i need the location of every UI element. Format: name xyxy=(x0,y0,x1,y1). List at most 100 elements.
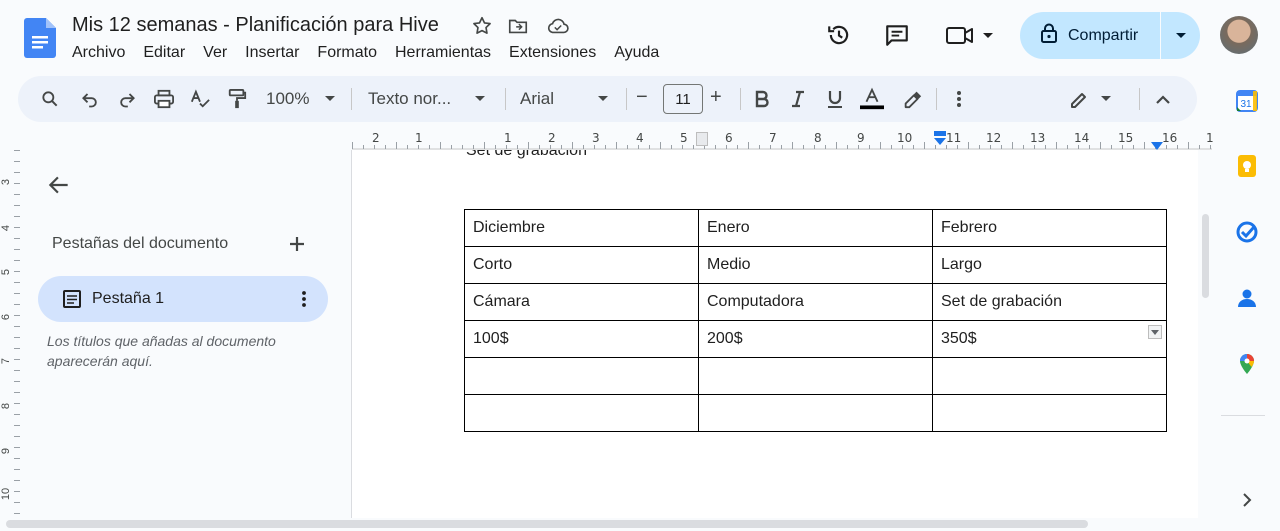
paragraph-style-select[interactable]: Texto nor... xyxy=(368,89,451,109)
star-icon[interactable] xyxy=(471,15,493,37)
table-row: Corto Medio Largo xyxy=(464,246,1167,284)
account-avatar[interactable] xyxy=(1220,16,1258,54)
table-row: Diciembre Enero Febrero xyxy=(464,209,1167,247)
partial-text-line[interactable]: Set de grabación xyxy=(466,150,587,160)
tabs-panel-hint: Los títulos que añadas al documento apar… xyxy=(47,333,276,369)
table-cell[interactable]: Enero xyxy=(698,209,933,247)
left-indent-marker-icon[interactable] xyxy=(934,131,946,147)
table-cell[interactable]: 200$ xyxy=(698,320,933,358)
font-caret-icon[interactable] xyxy=(591,87,615,111)
undo-icon[interactable] xyxy=(78,87,102,111)
right-indent-marker-icon[interactable] xyxy=(1151,138,1163,150)
search-icon[interactable] xyxy=(38,87,62,111)
move-folder-icon[interactable] xyxy=(507,15,529,37)
column-marker-handle[interactable] xyxy=(696,132,708,146)
vertical-scrollbar[interactable] xyxy=(1198,150,1212,520)
table-cell[interactable]: Computadora xyxy=(698,283,933,321)
vertical-scroll-thumb[interactable] xyxy=(1202,214,1209,298)
zoom-caret-icon[interactable] xyxy=(318,87,342,111)
cloud-saved-icon[interactable] xyxy=(546,15,569,37)
tasks-icon[interactable] xyxy=(1235,220,1259,244)
ruler-number: 1 xyxy=(504,131,512,145)
ruler-number: 2 xyxy=(548,131,556,145)
font-size-input[interactable]: 11 xyxy=(663,84,703,114)
horizontal-ruler[interactable]: 2 1 1 2 3 4 5 6 7 8 9 10 11 12 13 14 15 … xyxy=(352,128,1214,150)
table-cell[interactable] xyxy=(464,357,699,395)
document-canvas[interactable]: Set de grabación Diciembre Enero Febrero Co… xyxy=(352,150,1198,518)
cell-dropdown-icon[interactable] xyxy=(1148,325,1162,339)
tab-more-options-icon[interactable] xyxy=(294,289,314,309)
keep-icon[interactable] xyxy=(1235,154,1259,178)
tabs-panel-title: Pestañas del documento xyxy=(52,235,229,252)
app-header: Mis 12 semanas - Planificación para Hive… xyxy=(0,0,1280,74)
table-cell[interactable]: Corto xyxy=(464,246,699,284)
bold-icon[interactable] xyxy=(750,87,774,111)
document-table[interactable]: Diciembre Enero Febrero Corto Medio Largo Cáma… xyxy=(464,209,1167,432)
table-cell[interactable] xyxy=(932,357,1167,395)
paint-format-icon[interactable] xyxy=(225,87,249,111)
document-page[interactable]: Set de grabación Diciembre Enero Febrero Co… xyxy=(352,150,1198,518)
share-button[interactable]: Compartir xyxy=(1020,12,1200,59)
maps-icon[interactable] xyxy=(1235,352,1259,376)
spellcheck-icon[interactable] xyxy=(188,87,212,111)
vertical-ruler[interactable]: 3 4 5 6 7 8 9 10 xyxy=(0,150,20,520)
chevron-right-icon[interactable] xyxy=(1235,488,1259,512)
ruler-number: 16 xyxy=(1162,131,1178,145)
menu-insertar[interactable]: Insertar xyxy=(236,42,308,64)
redo-icon[interactable] xyxy=(115,87,139,111)
table-cell[interactable]: 100$ xyxy=(464,320,699,358)
table-cell[interactable]: Diciembre xyxy=(464,209,699,247)
back-arrow-icon[interactable] xyxy=(46,172,72,198)
highlight-icon[interactable] xyxy=(900,87,924,111)
menu-archivo[interactable]: Archivo xyxy=(63,42,134,64)
style-caret-icon[interactable] xyxy=(468,87,492,111)
ruler-number: 8 xyxy=(814,131,822,145)
menu-editar[interactable]: Editar xyxy=(134,42,194,64)
caret-down-icon xyxy=(1175,27,1187,45)
increase-font-size-button[interactable]: + xyxy=(710,86,722,109)
meet-icon[interactable] xyxy=(945,22,995,48)
table-cell[interactable]: 350$ xyxy=(932,320,1167,358)
document-title[interactable]: Mis 12 semanas - Planificación para Hive xyxy=(72,14,439,37)
zoom-value[interactable]: 100% xyxy=(266,89,309,109)
horizontal-scroll-thumb[interactable] xyxy=(6,520,1088,528)
ruler-number: 13 xyxy=(1030,131,1046,145)
menu-formato[interactable]: Formato xyxy=(308,42,386,64)
print-icon[interactable] xyxy=(152,87,176,111)
share-options-caret[interactable] xyxy=(1161,12,1200,59)
collapse-menus-icon[interactable] xyxy=(1151,87,1175,111)
italic-icon[interactable] xyxy=(786,87,810,111)
comments-icon[interactable] xyxy=(884,22,910,48)
side-apps-bar: 31 xyxy=(1214,74,1280,531)
menu-herramientas[interactable]: Herramientas xyxy=(386,42,500,64)
history-icon[interactable] xyxy=(826,22,852,48)
add-tab-icon[interactable] xyxy=(286,233,308,255)
font-select[interactable]: Arial xyxy=(520,89,554,109)
toolbar-divider xyxy=(740,88,741,110)
text-color-icon[interactable] xyxy=(860,87,884,111)
ruler-number: 12 xyxy=(986,131,1002,145)
calendar-icon[interactable]: 31 xyxy=(1235,89,1259,113)
menu-ver[interactable]: Ver xyxy=(194,42,236,64)
share-main-button[interactable]: Compartir xyxy=(1020,12,1161,59)
table-cell[interactable]: Febrero xyxy=(932,209,1167,247)
more-options-icon[interactable] xyxy=(947,87,971,111)
tab-item-pestana-1[interactable]: Pestaña 1 xyxy=(38,276,328,322)
ruler-number: 4 xyxy=(636,131,644,145)
table-cell[interactable]: Largo xyxy=(932,246,1167,284)
table-cell[interactable] xyxy=(698,357,933,395)
editing-mode-icon[interactable] xyxy=(1068,87,1118,111)
contacts-icon[interactable] xyxy=(1235,286,1259,310)
docs-logo-icon[interactable] xyxy=(24,18,56,58)
table-cell[interactable]: Medio xyxy=(698,246,933,284)
table-cell[interactable]: Cámara xyxy=(464,283,699,321)
decrease-font-size-button[interactable]: − xyxy=(636,86,648,109)
table-cell[interactable] xyxy=(932,394,1167,432)
underline-icon[interactable] xyxy=(823,87,847,111)
menu-extensiones[interactable]: Extensiones xyxy=(500,42,605,64)
table-cell[interactable] xyxy=(698,394,933,432)
menu-ayuda[interactable]: Ayuda xyxy=(605,42,668,64)
horizontal-scrollbar[interactable] xyxy=(0,518,1212,531)
table-cell[interactable]: Set de grabación xyxy=(932,283,1167,321)
table-cell[interactable] xyxy=(464,394,699,432)
